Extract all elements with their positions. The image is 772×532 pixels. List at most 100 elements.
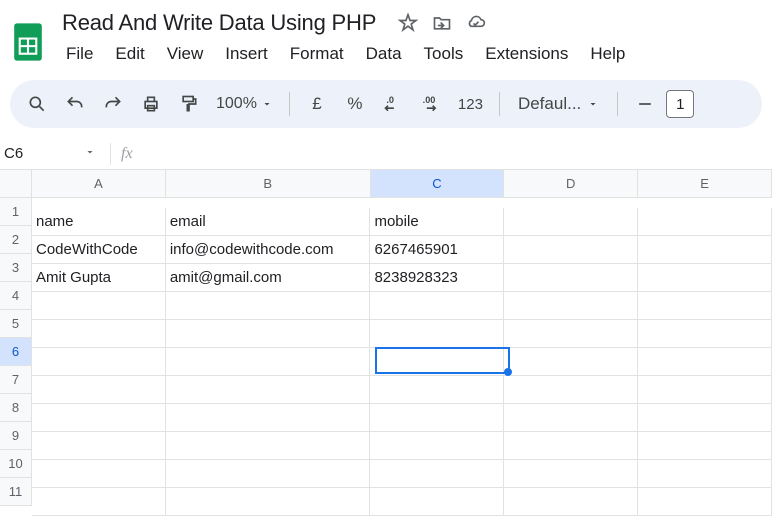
cell-A7[interactable] xyxy=(32,376,166,404)
cell-E3[interactable] xyxy=(638,264,772,292)
cell-C10[interactable] xyxy=(370,460,504,488)
name-box[interactable]: C6 xyxy=(0,145,104,162)
decrease-decimal-button[interactable]: .0 xyxy=(376,87,410,121)
increase-decimal-button[interactable]: .00 xyxy=(414,87,448,121)
formula-bar[interactable] xyxy=(133,138,772,169)
cell-D3[interactable] xyxy=(504,264,638,292)
font-select[interactable]: Defaul... xyxy=(510,94,607,114)
cell-D9[interactable] xyxy=(504,432,638,460)
cell-C5[interactable] xyxy=(370,320,504,348)
cell-A10[interactable] xyxy=(32,460,166,488)
cell-E4[interactable] xyxy=(638,292,772,320)
row-header-9[interactable]: 9 xyxy=(0,422,32,450)
print-button[interactable] xyxy=(134,87,168,121)
cell-D8[interactable] xyxy=(504,404,638,432)
row-header-3[interactable]: 3 xyxy=(0,254,32,282)
row-header-2[interactable]: 2 xyxy=(0,226,32,254)
cell-B5[interactable] xyxy=(166,320,371,348)
decrease-font-button[interactable] xyxy=(628,87,662,121)
cell-B6[interactable] xyxy=(166,348,371,376)
menu-file[interactable]: File xyxy=(56,40,103,68)
row-header-10[interactable]: 10 xyxy=(0,450,32,478)
column-header-B[interactable]: B xyxy=(166,170,371,198)
column-header-C[interactable]: C xyxy=(371,170,505,198)
menu-extensions[interactable]: Extensions xyxy=(475,40,578,68)
row-header-1[interactable]: 1 xyxy=(0,198,32,226)
menu-help[interactable]: Help xyxy=(580,40,635,68)
percent-button[interactable]: % xyxy=(338,87,372,121)
cell-A4[interactable] xyxy=(32,292,166,320)
cell-E8[interactable] xyxy=(638,404,772,432)
undo-button[interactable] xyxy=(58,87,92,121)
star-icon[interactable] xyxy=(398,13,418,33)
column-header-A[interactable]: A xyxy=(32,170,166,198)
cell-B2[interactable]: info@codewithcode.com xyxy=(166,236,371,264)
cell-E10[interactable] xyxy=(638,460,772,488)
paint-format-button[interactable] xyxy=(172,87,206,121)
search-menus-button[interactable] xyxy=(20,87,54,121)
cell-A6[interactable] xyxy=(32,348,166,376)
column-header-D[interactable]: D xyxy=(504,170,638,198)
font-size-input[interactable]: 1 xyxy=(666,90,694,118)
cell-D1[interactable] xyxy=(504,208,638,236)
cell-E9[interactable] xyxy=(638,432,772,460)
cell-C2[interactable]: 6267465901 xyxy=(370,236,504,264)
row-header-8[interactable]: 8 xyxy=(0,394,32,422)
menu-tools[interactable]: Tools xyxy=(414,40,474,68)
cell-B8[interactable] xyxy=(166,404,371,432)
cell-A11[interactable] xyxy=(32,488,166,516)
cell-A1[interactable]: name xyxy=(32,208,166,236)
row-header-5[interactable]: 5 xyxy=(0,310,32,338)
cell-C3[interactable]: 8238928323 xyxy=(370,264,504,292)
cell-C7[interactable] xyxy=(370,376,504,404)
cell-D10[interactable] xyxy=(504,460,638,488)
cell-B11[interactable] xyxy=(166,488,371,516)
cell-E11[interactable] xyxy=(638,488,772,516)
document-title[interactable]: Read And Write Data Using PHP xyxy=(56,8,382,38)
cell-B4[interactable] xyxy=(166,292,371,320)
cell-E7[interactable] xyxy=(638,376,772,404)
cell-C9[interactable] xyxy=(370,432,504,460)
cell-E5[interactable] xyxy=(638,320,772,348)
more-formats-button[interactable]: 123 xyxy=(452,96,489,113)
menu-format[interactable]: Format xyxy=(280,40,354,68)
menu-insert[interactable]: Insert xyxy=(215,40,278,68)
cell-C8[interactable] xyxy=(370,404,504,432)
currency-button[interactable]: £ xyxy=(300,87,334,121)
cell-A3[interactable]: Amit Gupta xyxy=(32,264,166,292)
sheets-logo[interactable] xyxy=(8,22,48,62)
cell-A2[interactable]: CodeWithCode xyxy=(32,236,166,264)
cell-B7[interactable] xyxy=(166,376,371,404)
cell-B9[interactable] xyxy=(166,432,371,460)
cell-E2[interactable] xyxy=(638,236,772,264)
cell-B1[interactable]: email xyxy=(166,208,371,236)
row-header-7[interactable]: 7 xyxy=(0,366,32,394)
menu-view[interactable]: View xyxy=(157,40,214,68)
cell-D6[interactable] xyxy=(504,348,638,376)
cell-E6[interactable] xyxy=(638,348,772,376)
cell-E1[interactable] xyxy=(638,208,772,236)
column-header-E[interactable]: E xyxy=(638,170,772,198)
cell-A5[interactable] xyxy=(32,320,166,348)
zoom-select[interactable]: 100% xyxy=(210,95,279,113)
menu-edit[interactable]: Edit xyxy=(105,40,154,68)
cell-C6[interactable] xyxy=(370,348,504,376)
cell-C4[interactable] xyxy=(370,292,504,320)
menu-data[interactable]: Data xyxy=(356,40,412,68)
cell-C11[interactable] xyxy=(370,488,504,516)
row-header-4[interactable]: 4 xyxy=(0,282,32,310)
cell-C1[interactable]: mobile xyxy=(370,208,504,236)
cell-D5[interactable] xyxy=(504,320,638,348)
row-header-6[interactable]: 6 xyxy=(0,338,32,366)
cell-D2[interactable] xyxy=(504,236,638,264)
cell-A9[interactable] xyxy=(32,432,166,460)
select-all-corner[interactable] xyxy=(0,170,32,198)
cloud-status-icon[interactable] xyxy=(466,13,486,33)
cell-D7[interactable] xyxy=(504,376,638,404)
move-icon[interactable] xyxy=(432,13,452,33)
cell-D11[interactable] xyxy=(504,488,638,516)
row-header-11[interactable]: 11 xyxy=(0,478,32,506)
redo-button[interactable] xyxy=(96,87,130,121)
cell-B3[interactable]: amit@gmail.com xyxy=(166,264,371,292)
cell-D4[interactable] xyxy=(504,292,638,320)
